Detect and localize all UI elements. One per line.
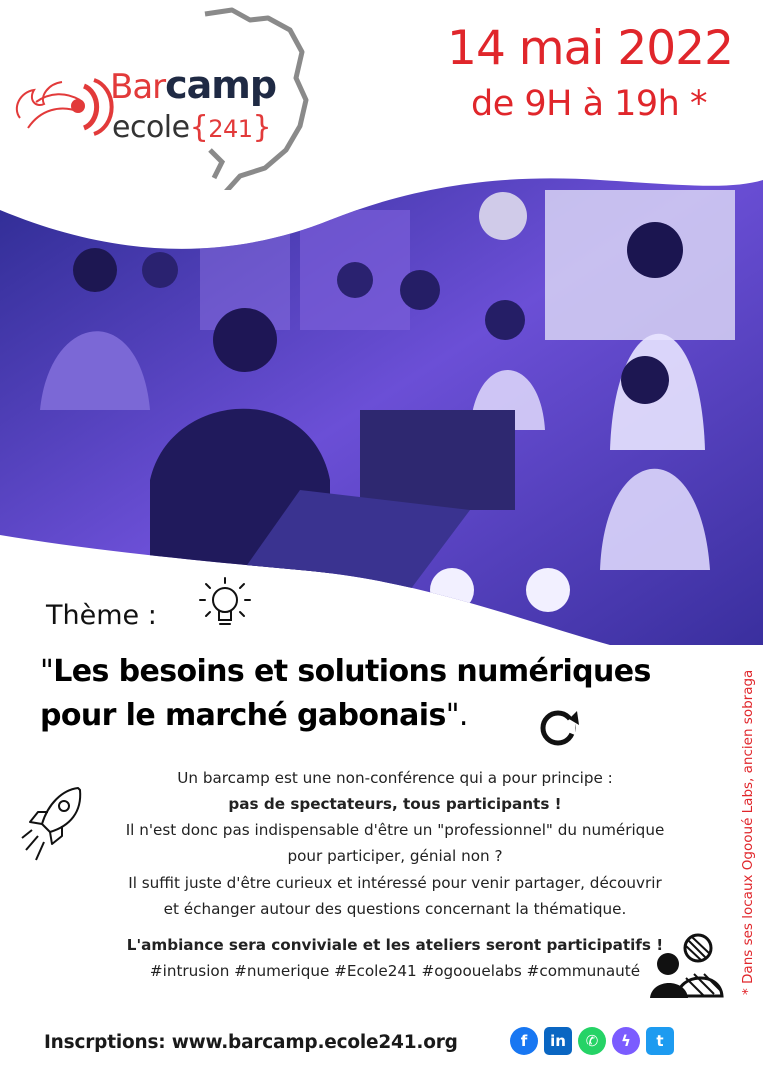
theme-close-quote: ". — [445, 697, 469, 733]
social-links: f in ✆ ϟ t — [510, 1027, 674, 1055]
logo-ecole-text: ecole{241} — [112, 110, 272, 145]
rocket-icon — [21, 787, 82, 861]
theme-title-line2: pour le marché gabonais — [40, 697, 446, 733]
logo-brace-close: } — [252, 110, 272, 145]
linkedin-icon[interactable]: in — [544, 1027, 572, 1055]
description-line-5: Il suffit juste d'être curieux et intére… — [128, 873, 662, 892]
registration-link[interactable]: Inscrptions: www.barcamp.ecole241.org — [44, 1032, 458, 1053]
description-line-2: pas de spectateurs, tous participants ! — [228, 795, 562, 814]
whatsapp-icon[interactable]: ✆ — [578, 1027, 606, 1055]
event-photo — [0, 150, 763, 645]
logo-ecole-word: ecole — [112, 110, 190, 145]
event-date: 14 mai 2022 — [447, 21, 734, 76]
event-time: de 9H à 19h * — [470, 84, 708, 125]
hashtags-text: #intrusion #numerique #Ecole241 #ogoouel… — [149, 961, 641, 980]
venue-note: * Dans ses locaux Ogooué Labs, ancien so… — [740, 669, 756, 995]
logo-wordmark: Barcamp — [110, 63, 277, 107]
facebook-icon[interactable]: f — [510, 1027, 538, 1055]
theme-title-line1: Les besoins et solutions numériques — [53, 654, 651, 689]
lightbulb-icon — [199, 577, 251, 625]
description-line-4: pour participer, génial non ? — [287, 847, 503, 866]
barcamp-logo: Barcamp ecole{241} — [0, 0, 320, 224]
logo-camp-text: camp — [165, 63, 277, 107]
logo-brace-open: { — [189, 110, 209, 145]
description-line-1: Un barcamp est une non-conférence qui a … — [177, 769, 613, 787]
logo-number: 241 — [208, 115, 253, 143]
logo-bar-text: Bar — [110, 67, 166, 107]
ambiance-text: L'ambiance sera conviviale et les atelie… — [126, 935, 664, 954]
theme-title: "Les besoins et solutions numériques pou… — [40, 650, 730, 737]
theme-label: Thème : — [46, 600, 157, 631]
event-date-block: 14 mai 2022 de 9H à 19h * — [447, 21, 734, 125]
description-line-3: Il n'est donc pas indispensable d'être u… — [125, 821, 665, 840]
people-group-icon — [650, 933, 724, 998]
theme-open-quote: " — [40, 654, 54, 689]
twitter-icon[interactable]: t — [646, 1027, 674, 1055]
flame-swoosh-icon — [15, 78, 114, 136]
messenger-icon[interactable]: ϟ — [612, 1027, 640, 1055]
description-line-6: et échanger autour des questions concern… — [163, 899, 627, 918]
refresh-arrow-icon — [540, 710, 579, 746]
description-text: Un barcamp est une non-conférence qui a … — [90, 765, 700, 984]
